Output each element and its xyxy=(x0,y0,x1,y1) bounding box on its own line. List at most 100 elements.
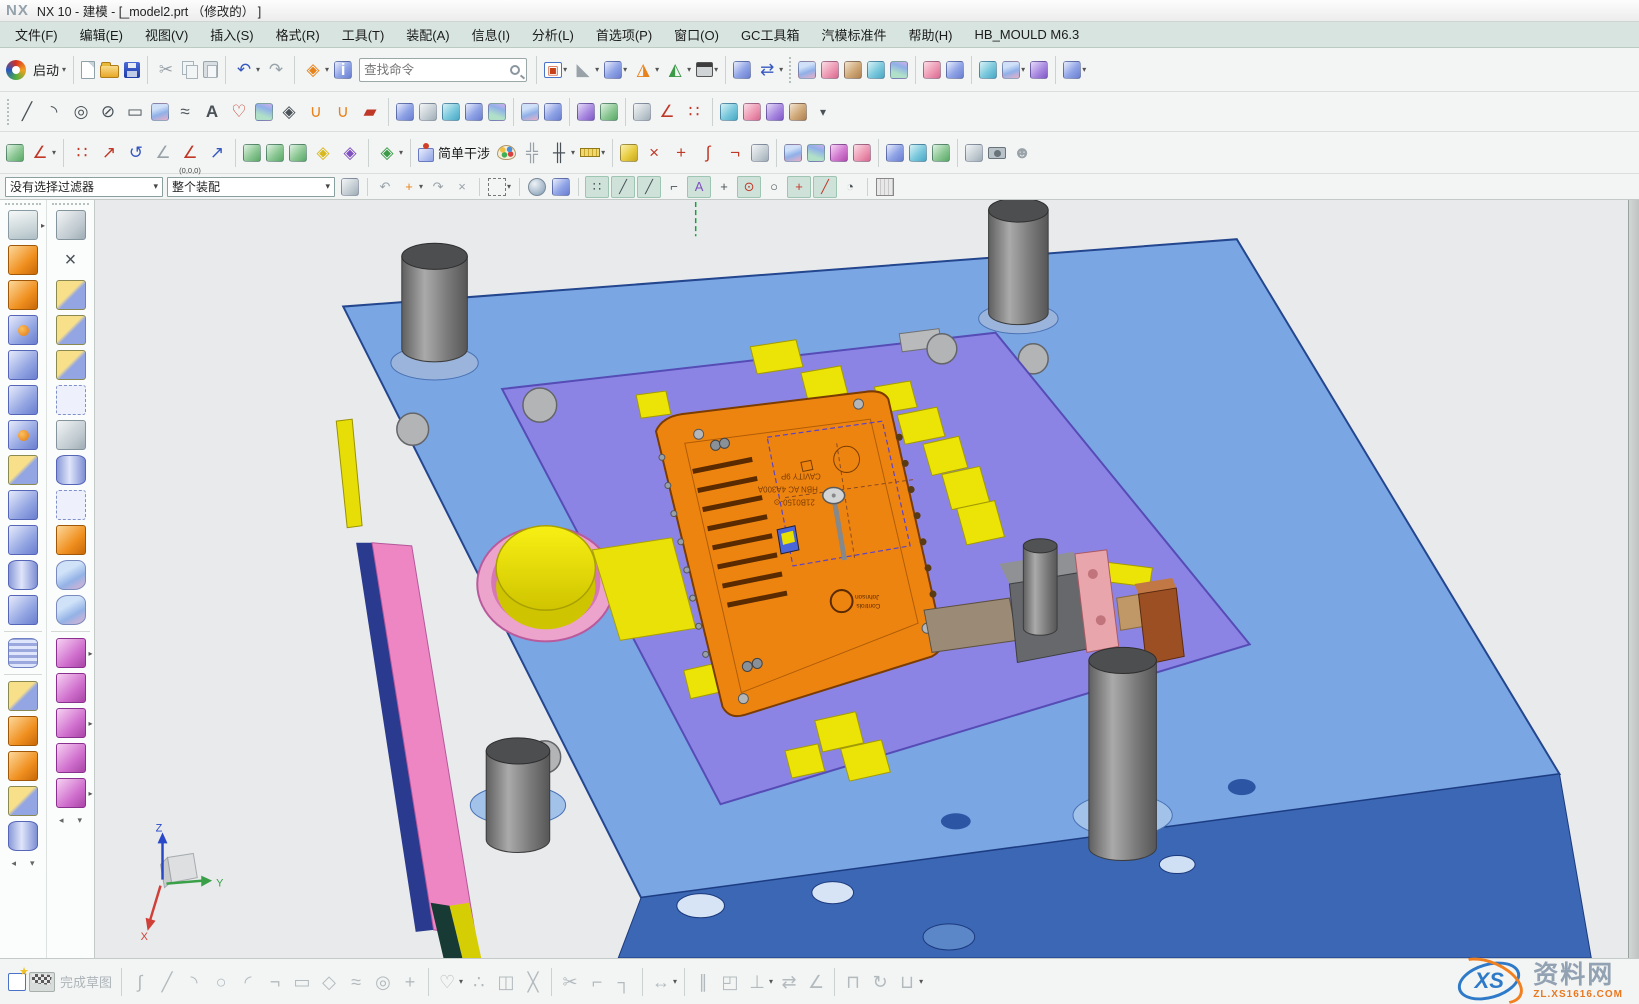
chevron-down-icon[interactable]: ▾ xyxy=(1082,65,1086,74)
chevron-down-icon[interactable]: ▾ xyxy=(256,65,260,74)
smooth-curve-icon[interactable]: ∫ xyxy=(695,140,721,166)
open-profile-icon[interactable]: ⊔▾ xyxy=(894,969,925,995)
surface-analysis-2-icon[interactable] xyxy=(907,143,929,163)
four-point-surface-icon[interactable] xyxy=(842,60,864,80)
mesh-pink-icon[interactable] xyxy=(851,143,873,163)
grid-ball-icon[interactable] xyxy=(930,143,952,163)
key-document-icon[interactable] xyxy=(618,143,640,163)
revolve-icon[interactable] xyxy=(8,280,38,310)
menu-gc-toolbox[interactable]: GC工具箱 xyxy=(730,23,811,46)
patch-surface-icon[interactable] xyxy=(253,102,275,122)
swept-shell-icon[interactable] xyxy=(8,490,38,520)
split-body-icon[interactable] xyxy=(56,315,86,345)
chevron-right-icon[interactable]: ▸ xyxy=(88,649,92,658)
true-shading-palette-icon[interactable] xyxy=(495,144,518,161)
extrude-icon[interactable] xyxy=(8,245,38,275)
chevron-down-icon[interactable]: ▾ xyxy=(52,148,56,157)
chevron-right-icon[interactable]: ▸ xyxy=(88,719,92,728)
spline-surface-icon[interactable] xyxy=(149,102,171,122)
sketch-icon[interactable]: ▸ xyxy=(8,210,38,240)
snap-knot-icon[interactable]: ⌐ xyxy=(663,177,685,197)
chevron-right-icon[interactable]: ▸ xyxy=(41,221,45,230)
snap-quadrant-icon[interactable]: ○ xyxy=(763,177,785,197)
right-panel-strip[interactable] xyxy=(1628,200,1639,958)
pattern-balls-icon[interactable] xyxy=(8,716,38,746)
hole-icon[interactable] xyxy=(8,315,38,345)
sweep-along-guide-icon[interactable] xyxy=(440,102,462,122)
transform-icon[interactable] xyxy=(56,210,86,240)
mesh-plane-2-icon[interactable] xyxy=(805,143,827,163)
thread-icon[interactable] xyxy=(8,638,38,668)
chevron-down-icon[interactable]: ▾ xyxy=(919,977,923,986)
command-finder-input[interactable] xyxy=(364,63,510,77)
update-model-icon[interactable]: ↻ xyxy=(867,969,893,995)
mirror-curve-icon[interactable]: ◫ xyxy=(493,969,519,995)
swept-surface-icon[interactable] xyxy=(764,102,786,122)
menu-preferences[interactable]: 首选项(P) xyxy=(585,23,663,46)
copy-icon[interactable] xyxy=(180,60,200,79)
more-surface-icon[interactable]: ▾ xyxy=(1061,60,1088,80)
menu-file[interactable]: 文件(F) xyxy=(4,23,69,46)
sketch-in-task-env-icon[interactable] xyxy=(6,972,28,992)
csys-constructor-icon[interactable]: ∠ xyxy=(150,140,176,166)
chevron-down-icon[interactable]: ▾ xyxy=(1021,65,1025,74)
trimetric-view-icon[interactable]: ◣▾ xyxy=(570,57,601,83)
point-set-icon[interactable]: ∷ xyxy=(681,99,707,125)
trim-curve-icon[interactable]: × xyxy=(641,140,667,166)
add-to-selection-icon[interactable]: +▾ xyxy=(398,177,425,197)
chevron-down-icon[interactable]: ▾ xyxy=(62,65,66,74)
sketch-spline-icon[interactable]: ≈ xyxy=(343,969,369,995)
rapid-dimension-icon[interactable]: ↔▾ xyxy=(648,969,679,995)
sketch-point-icon[interactable]: + xyxy=(397,969,423,995)
quick-extend-icon[interactable]: ⌐ xyxy=(584,969,610,995)
bounded-plane-icon[interactable] xyxy=(819,60,841,80)
pattern-curve-icon[interactable]: ∴ xyxy=(466,969,492,995)
offset-region-icon[interactable] xyxy=(56,743,86,773)
datum-axis-icon[interactable]: ∠ xyxy=(654,99,680,125)
bridge-curve-2-icon[interactable]: ∪ xyxy=(330,99,356,125)
shaded-display-icon[interactable]: ▾ xyxy=(694,61,720,78)
redo-icon[interactable]: ↷ xyxy=(263,57,289,83)
menu-information[interactable]: 信息(I) xyxy=(461,23,521,46)
circle-coin-icon[interactable]: ◎ xyxy=(68,99,94,125)
chevron-down-icon[interactable]: ▾ xyxy=(779,65,783,74)
menu-help[interactable]: 帮助(H) xyxy=(897,23,963,46)
command-search-box[interactable] xyxy=(359,58,527,82)
keyboard-icon[interactable] xyxy=(874,177,896,197)
chevron-down-icon[interactable]: ▾ xyxy=(571,148,575,157)
snap-endpoint-icon[interactable]: ╱ xyxy=(611,176,635,198)
vector-constructor-icon[interactable]: ↗ xyxy=(96,140,122,166)
menu-insert[interactable]: 插入(S) xyxy=(199,23,264,46)
color-wedge-icon[interactable] xyxy=(828,143,850,163)
extract-sheet-icon[interactable] xyxy=(8,681,38,711)
sketch-circle-icon[interactable]: ○ xyxy=(208,969,234,995)
pocket-icon[interactable] xyxy=(8,385,38,415)
assembly-scope-combo[interactable]: 整个装配 ▾ xyxy=(167,177,335,197)
studio-surface-icon[interactable] xyxy=(796,60,818,80)
n-sided-surface-icon[interactable] xyxy=(787,102,809,122)
scale-body-icon[interactable] xyxy=(56,455,86,485)
menu-assemblies[interactable]: 装配(A) xyxy=(395,23,460,46)
flashlight-csys-icon[interactable]: ↗ xyxy=(204,140,230,166)
chevron-right-icon[interactable]: ▸ xyxy=(88,789,92,798)
show-hide-icon[interactable]: ◈▾ xyxy=(300,57,331,83)
sketch-fillet-icon[interactable]: ◜ xyxy=(235,969,261,995)
symmetric-constraint-icon[interactable]: ⇄ xyxy=(776,969,802,995)
slot-icon[interactable] xyxy=(8,525,38,555)
cut-icon[interactable]: ✂ xyxy=(153,57,179,83)
intersection-curve-icon[interactable]: ╳ xyxy=(520,969,546,995)
make-corner-icon[interactable]: ┐ xyxy=(611,969,637,995)
paw-icon[interactable] xyxy=(339,177,361,197)
search-icon[interactable] xyxy=(510,65,520,75)
menu-format[interactable]: 格式(R) xyxy=(265,23,331,46)
sidebar-scroll-down-1[interactable]: ▾ xyxy=(30,858,35,869)
recall-selection-icon[interactable]: ↷ xyxy=(427,177,449,197)
sidebar-scroll-down-2[interactable]: ▾ xyxy=(78,815,83,826)
snap-intersection-icon[interactable]: + xyxy=(713,177,735,197)
freeform-shape-icon[interactable]: ▾ xyxy=(1000,60,1027,80)
profile-icon[interactable]: ∫ xyxy=(127,969,153,995)
object-info-icon[interactable]: i xyxy=(332,60,354,80)
parallel-constraint-icon[interactable]: ∥ xyxy=(690,969,716,995)
layer-settings-icon[interactable] xyxy=(4,143,26,163)
swoop-surface-icon[interactable] xyxy=(865,60,887,80)
